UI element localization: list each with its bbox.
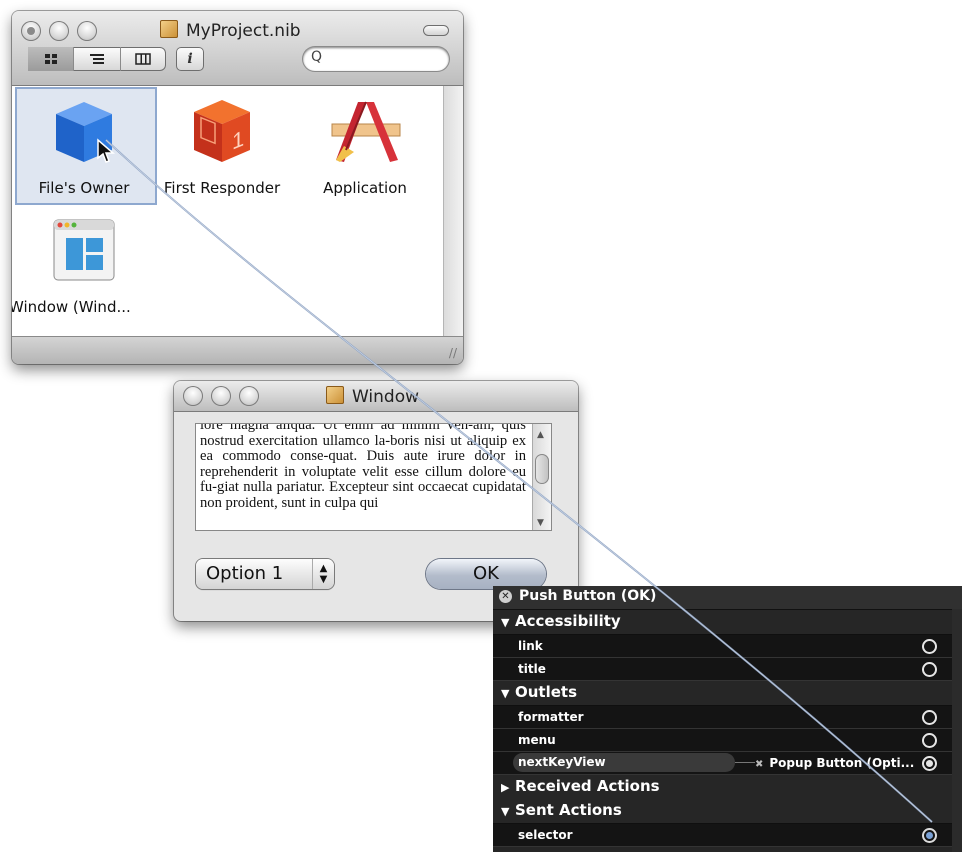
section-sent-actions[interactable]: ▼ Sent Actions	[493, 799, 952, 824]
nib-document-window: MyProject.nib i Q File's Owner 1 First R…	[12, 11, 463, 364]
view-mode-segmented-control[interactable]	[28, 47, 166, 71]
nib-titlebar: MyProject.nib i Q	[12, 11, 463, 86]
connections-hud-panel: ✕ Push Button (OK) ▼ Accessibility link t…	[493, 586, 962, 852]
section-header: ▼ Sent Actions	[501, 801, 622, 819]
hud-title: Push Button (OK)	[519, 588, 657, 604]
vertical-scrollbar[interactable]	[443, 86, 463, 336]
action-row-selector[interactable]: selector	[493, 824, 952, 847]
disconnect-icon[interactable]: ✖	[755, 759, 763, 770]
search-field[interactable]: Q	[303, 47, 449, 71]
close-button[interactable]	[21, 21, 41, 41]
disclosure-expanded-icon[interactable]: ▼	[501, 805, 515, 818]
section-header: ▼ Accessibility	[501, 612, 621, 630]
connection-circle-icon[interactable]	[922, 639, 937, 654]
section-accessibility[interactable]: ▼ Accessibility	[493, 610, 952, 635]
column-view-icon[interactable]	[121, 47, 166, 71]
connection-link-line	[735, 762, 755, 763]
outlet-label: nextKeyView	[518, 755, 606, 769]
list-view-icon[interactable]	[74, 47, 121, 71]
outlet-row-title[interactable]: title	[493, 658, 952, 681]
section-received-actions[interactable]: ▶ Received Actions	[493, 775, 952, 800]
info-icon: i	[187, 51, 193, 67]
text-view-content: lore magna aliqua. Ut enim ad minim ven-…	[200, 424, 526, 511]
connection-target[interactable]: ✖ Popup Button (Opti...	[755, 756, 914, 770]
section-header: ▼ Outlets	[501, 683, 577, 701]
item-label: File's Owner	[38, 179, 130, 197]
outlet-row-nextkeyview[interactable]: nextKeyView ✖ Popup Button (Opti...	[493, 752, 952, 775]
zoom-button[interactable]	[77, 21, 97, 41]
window-file-icon	[326, 386, 344, 404]
search-icon: Q	[311, 49, 323, 65]
first-responder-item[interactable]: 1 First Responder	[157, 87, 287, 201]
connection-circle-icon[interactable]	[922, 710, 937, 725]
ok-label: OK	[473, 563, 499, 584]
section-header: ▶ Received Actions	[501, 777, 660, 795]
toolbar-toggle-button[interactable]	[423, 25, 449, 36]
window-title: Window	[326, 386, 419, 407]
outlet-row-formatter[interactable]: formatter	[493, 706, 952, 729]
disclosure-expanded-icon[interactable]: ▼	[501, 616, 515, 629]
resize-grip-icon[interactable]: //	[449, 346, 457, 360]
ok-button[interactable]: OK	[426, 559, 546, 589]
scroll-up-arrow-icon[interactable]: ▲	[537, 430, 544, 440]
files-owner-item[interactable]: File's Owner	[15, 87, 153, 201]
minimize-button[interactable]	[49, 21, 69, 41]
mouse-pointer-icon	[97, 138, 116, 163]
zoom-button[interactable]	[239, 386, 259, 406]
scroll-down-arrow-icon[interactable]: ▼	[537, 518, 544, 528]
window-titlebar: Window	[174, 381, 578, 412]
nib-file-icon	[160, 20, 178, 38]
section-label: Outlets	[515, 683, 578, 701]
text-view-scrollbar[interactable]: ▲ ▼	[532, 424, 551, 530]
connection-circle-icon[interactable]	[922, 733, 937, 748]
outlet-label: link	[518, 639, 543, 653]
outlet-row-link[interactable]: link	[493, 635, 952, 658]
item-label: First Responder	[163, 179, 281, 197]
text-view[interactable]: lore magna aliqua. Ut enim ad minim ven-…	[196, 424, 551, 530]
disclosure-expanded-icon[interactable]: ▼	[501, 687, 515, 700]
window-title-text: MyProject.nib	[186, 21, 301, 41]
connected-circle-icon[interactable]	[922, 756, 937, 771]
hud-titlebar: ✕ Push Button (OK)	[493, 586, 962, 610]
info-button[interactable]: i	[176, 47, 204, 71]
application-item[interactable]: Application	[300, 87, 430, 201]
close-button[interactable]	[183, 386, 203, 406]
minimize-button[interactable]	[211, 386, 231, 406]
outlet-label: menu	[518, 733, 556, 747]
hud-scrollbar[interactable]	[952, 609, 962, 852]
outlet-label: formatter	[518, 710, 584, 724]
window-icon	[53, 219, 115, 281]
disclosure-collapsed-icon[interactable]: ▶	[501, 781, 515, 794]
item-label: Window (Wind...	[12, 298, 131, 316]
section-label: Sent Actions	[515, 801, 622, 819]
close-icon[interactable]: ✕	[499, 590, 512, 603]
window-title: MyProject.nib	[160, 20, 301, 41]
svg-text:1: 1	[232, 125, 244, 155]
application-icon	[331, 101, 401, 162]
window-title-text: Window	[352, 387, 420, 407]
red-cube-icon: 1	[194, 100, 250, 162]
outlet-pill: nextKeyView	[513, 753, 735, 772]
action-label: selector	[518, 828, 573, 842]
section-label: Received Actions	[515, 777, 660, 795]
outlet-label: title	[518, 662, 546, 676]
connection-target-label: Popup Button (Opti...	[769, 756, 915, 770]
active-connection-circle-icon[interactable]	[922, 828, 937, 843]
section-label: Accessibility	[515, 612, 621, 630]
section-outlets[interactable]: ▼ Outlets	[493, 681, 952, 706]
popup-arrows-icon: ▲ ▼	[312, 559, 334, 589]
window-preview: Window lore magna aliqua. Ut enim ad min…	[174, 381, 578, 621]
nib-objects-area: File's Owner 1 First Responder Applicati…	[12, 86, 443, 336]
item-label: Application	[323, 179, 407, 197]
outlet-row-menu[interactable]: menu	[493, 729, 952, 752]
window-item[interactable]: Window (Wind...	[12, 206, 153, 316]
status-bar: //	[12, 336, 463, 364]
popup-label: Option 1	[206, 563, 284, 584]
icon-view-icon[interactable]	[28, 47, 75, 71]
option-popup-button[interactable]: Option 1 ▲ ▼	[196, 559, 334, 589]
connection-circle-icon[interactable]	[922, 662, 937, 677]
scroll-thumb[interactable]	[535, 454, 549, 484]
